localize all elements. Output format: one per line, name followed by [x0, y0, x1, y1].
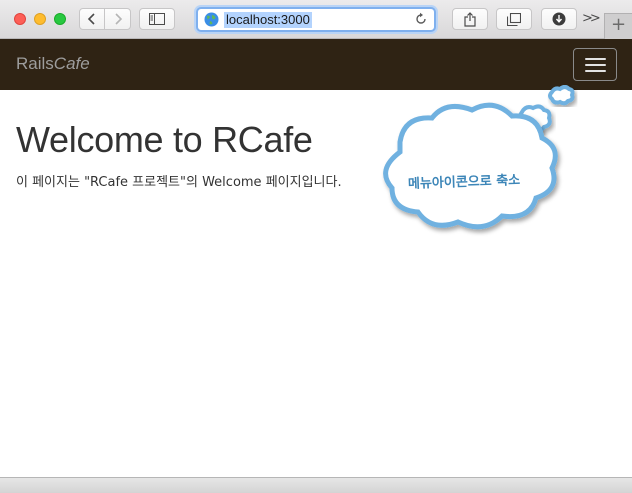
chevron-right-icon: [114, 13, 122, 25]
brand-text-italic: Cafe: [53, 54, 90, 73]
share-button[interactable]: [452, 8, 488, 30]
url-text[interactable]: localhost:3000: [224, 12, 312, 28]
toolbar-overflow-button[interactable]: >>: [582, 11, 601, 26]
page-title: Welcome to RCafe: [16, 119, 313, 160]
forward-button[interactable]: [104, 8, 131, 30]
share-icon: [464, 11, 476, 27]
sidebar-icon: [149, 13, 165, 25]
navbar-brand-link[interactable]: RailsCafe: [16, 54, 90, 74]
sidebar-toggle-button[interactable]: [139, 8, 175, 30]
download-icon: [552, 12, 566, 26]
minimize-window-button[interactable]: [34, 13, 46, 25]
back-button[interactable]: [79, 8, 105, 30]
hamburger-bar: [585, 58, 606, 60]
brand-text: Rails: [16, 54, 54, 73]
zoom-window-button[interactable]: [54, 13, 66, 25]
hamburger-bar: [585, 64, 606, 66]
address-bar[interactable]: localhost:3000: [196, 7, 436, 32]
hamburger-bar: [585, 70, 606, 72]
downloads-button[interactable]: [541, 8, 577, 30]
globe-icon: [204, 12, 219, 27]
tabs-overview-icon: [507, 12, 521, 26]
chevron-left-icon: [87, 13, 95, 25]
browser-toolbar: localhost:3000 >> +: [0, 0, 632, 39]
new-tab-button[interactable]: +: [604, 13, 632, 39]
show-tabs-button[interactable]: [496, 8, 532, 30]
reload-icon[interactable]: [414, 12, 428, 26]
menu-toggle-button[interactable]: [573, 48, 617, 81]
close-window-button[interactable]: [14, 13, 26, 25]
status-bar: [0, 477, 632, 493]
intro-text: 이 페이지는 "RCafe 프로젝트"의 Welcome 페이지입니다.: [16, 175, 342, 190]
thought-bubble-icon: [383, 85, 575, 230]
